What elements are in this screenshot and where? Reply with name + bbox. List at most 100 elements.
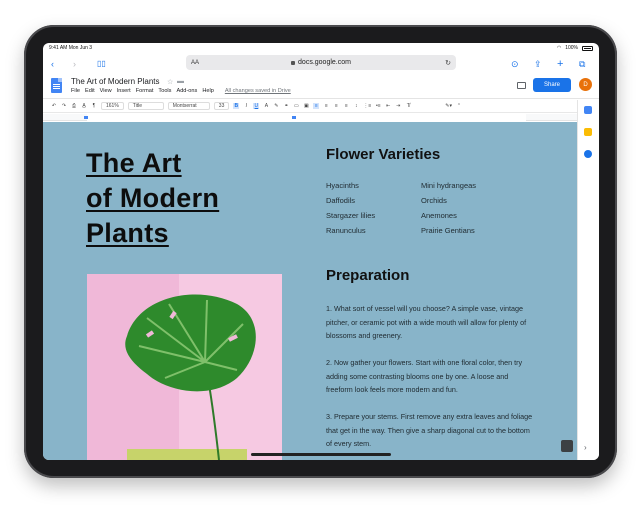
wifi-icon: ◠ [556, 45, 562, 51]
avatar-letter: D [583, 81, 588, 88]
expand-side-panel-icon[interactable]: › [584, 443, 587, 452]
bulleted-list-icon[interactable]: •≡ [375, 103, 381, 109]
new-tab-icon[interactable]: + [557, 58, 563, 70]
heading-line: Plants [86, 218, 169, 248]
monstera-leaf-icon [125, 294, 256, 460]
avatar[interactable]: D [579, 78, 592, 91]
italic-button[interactable]: I [243, 103, 249, 109]
underline-button[interactable]: U [253, 103, 260, 109]
menu-file[interactable]: File [71, 88, 80, 94]
increase-indent-icon[interactable]: ⇥ [395, 103, 401, 109]
explore-button[interactable] [561, 440, 573, 452]
justify-icon[interactable]: ≡ [343, 103, 349, 109]
menu-help[interactable]: Help [202, 88, 214, 94]
back-icon[interactable]: ‹ [51, 59, 54, 69]
document-heading: The Art of Modern Plants [86, 146, 219, 251]
insert-comment-icon[interactable]: ▭ [293, 103, 299, 109]
heading-line: The Art [86, 148, 182, 178]
save-status[interactable]: All changes saved in Drive [225, 88, 291, 94]
browser-toolbar: ‹ › ▯▯ AA docs.google.com ↻ ⊙ ⇪ + ⧉ [43, 53, 599, 75]
calendar-icon[interactable] [584, 106, 592, 114]
text-color-icon[interactable]: A [263, 103, 269, 109]
list-item: Hyacinths [326, 181, 359, 190]
varieties-heading: Flower Varieties [326, 146, 441, 163]
folder-icon[interactable]: ▬ [177, 78, 184, 85]
align-center-icon[interactable]: ≡ [323, 103, 329, 109]
home-indicator [251, 453, 391, 456]
comment-icon[interactable] [517, 82, 526, 89]
preparation-text: 1. What sort of vessel will you choose? … [326, 302, 536, 460]
zoom-select[interactable]: 161% [101, 102, 124, 110]
menu-tools[interactable]: Tools [158, 88, 171, 94]
menu-edit[interactable]: Edit [85, 88, 95, 94]
menu-view[interactable]: View [100, 88, 112, 94]
font-select[interactable]: Montserrat [167, 102, 210, 110]
ipad-screen: 9:41 AM Mon Jun 3 ◠ 100% ‹ › ▯▯ AA docs.… [43, 43, 599, 460]
style-select[interactable]: Title [127, 102, 164, 110]
paragraph: 3. Prepare your stems. First remove any … [326, 412, 533, 448]
align-left-icon[interactable]: ≡ [313, 103, 320, 109]
url-text: docs.google.com [298, 59, 351, 66]
list-item: Mini hydrangeas [421, 181, 477, 190]
format-toolbar: ↶ ↷ ⎙ A̲ ¶ 161% Title Montserrat 33 B I … [43, 100, 577, 113]
numbered-list-icon[interactable]: ⋮≡ [363, 103, 371, 109]
align-right-icon[interactable]: ≡ [333, 103, 339, 109]
menu-bar: File Edit View Insert Format Tools Add-o… [71, 88, 291, 94]
battery-icon [582, 45, 593, 51]
battery-percent: 100% [565, 45, 578, 51]
side-panel [577, 100, 599, 460]
decrease-indent-icon[interactable]: ⇤ [385, 103, 391, 109]
keep-icon[interactable] [584, 128, 592, 136]
document-title[interactable]: The Art of Modern Plants [71, 77, 160, 86]
heading-line: of Modern [86, 183, 220, 213]
document-page[interactable]: The Art of Modern Plants Flower Varietie… [43, 122, 577, 460]
address-bar[interactable]: AA docs.google.com ↻ [186, 55, 456, 70]
status-bar: 9:41 AM Mon Jun 3 ◠ 100% [43, 43, 599, 53]
font-size-select[interactable]: 33 [213, 102, 230, 110]
menu-format[interactable]: Format [136, 88, 154, 94]
share-sheet-icon[interactable]: ⇪ [534, 59, 542, 69]
paint-format-icon[interactable]: ¶ [91, 103, 97, 109]
menu-insert[interactable]: Insert [117, 88, 131, 94]
editing-mode-icon[interactable]: ✎▾ [445, 103, 452, 109]
collapse-chevron-icon[interactable]: ⌃ [456, 103, 462, 109]
insert-image-icon[interactable]: ▣ [303, 103, 309, 109]
print-icon[interactable]: ⎙ [71, 103, 77, 109]
preparation-heading: Preparation [326, 267, 410, 284]
clear-formatting-icon[interactable]: T̸ [405, 103, 411, 109]
redo-icon[interactable]: ↷ [61, 103, 67, 109]
download-icon[interactable]: ⊙ [511, 59, 519, 69]
list-item: Orchids [421, 196, 447, 205]
lock-icon [291, 60, 296, 65]
reader-aa-button[interactable]: AA [191, 60, 199, 66]
list-item: Stargazer lilies [326, 211, 376, 220]
tabs-icon[interactable]: ⧉ [579, 59, 585, 69]
status-time: 9:41 AM Mon Jun 3 [49, 45, 93, 51]
tasks-icon[interactable] [584, 150, 592, 158]
forward-icon[interactable]: › [73, 59, 76, 69]
link-icon[interactable]: ⚭ [283, 103, 289, 109]
list-item: Daffodils [326, 196, 356, 205]
line-spacing-icon[interactable]: ↕ [353, 103, 359, 109]
list-item: Ranunculus [326, 226, 366, 235]
docs-logo-icon[interactable] [51, 78, 62, 93]
paragraph: 1. What sort of vessel will you choose? … [326, 304, 527, 340]
varieties-list: Hyacinths Mini hydrangeas Daffodils Orch… [326, 181, 531, 235]
menu-addons[interactable]: Add-ons [176, 88, 197, 94]
tab-stop-marker[interactable] [292, 116, 296, 119]
reload-icon[interactable]: ↻ [445, 59, 451, 67]
docs-header: The Art of Modern Plants ☆ ▬ File Edit V… [43, 75, 599, 99]
star-icon[interactable]: ☆ [167, 78, 173, 86]
undo-icon[interactable]: ↶ [51, 103, 57, 109]
list-item: Prairie Gentians [421, 226, 475, 235]
share-button[interactable]: Share [533, 78, 571, 92]
share-label: Share [543, 82, 560, 88]
spellcheck-icon[interactable]: A̲ [81, 103, 87, 109]
sidebar-icon[interactable]: ▯▯ [97, 60, 106, 68]
left-indent-marker[interactable] [84, 116, 88, 119]
plant-photo [87, 274, 282, 460]
highlight-icon[interactable]: ✎ [273, 103, 279, 109]
ruler[interactable] [43, 114, 577, 121]
bold-button[interactable]: B [233, 103, 240, 109]
paragraph: 2. Now gather your flowers. Start with o… [326, 358, 523, 394]
